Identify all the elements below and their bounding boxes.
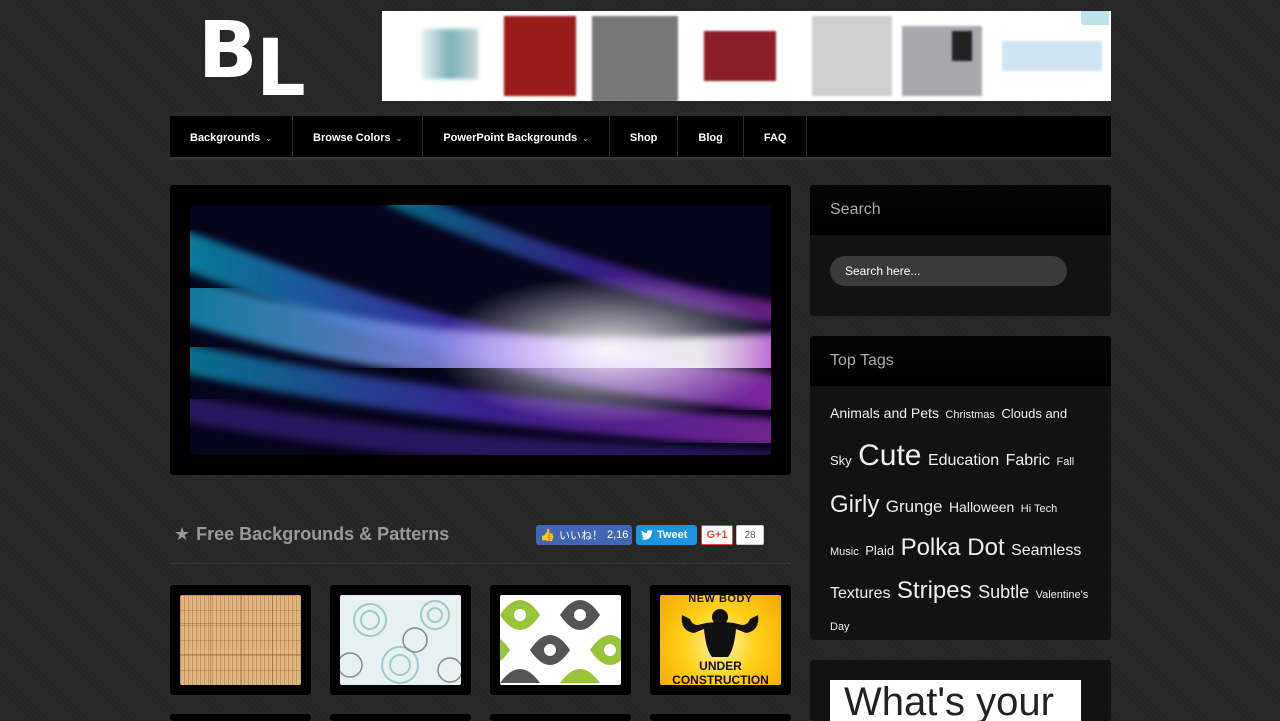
nav-label: Blog <box>698 132 723 144</box>
facebook-like-count: 2,16 <box>606 529 629 541</box>
tag-link[interactable]: Grunge <box>886 497 943 516</box>
nav-item-powerpoint-backgrounds[interactable]: PowerPoint Backgrounds ⌄ <box>423 116 610 160</box>
thumbnail-card[interactable]: NEW BODY UNDER CONSTRUCTION <box>650 585 791 695</box>
main-nav: Backgrounds ⌄ Browse Colors ⌄ PowerPoint… <box>170 116 1111 160</box>
gplus-count: 28 <box>736 525 764 545</box>
nav-item-faq[interactable]: FAQ <box>744 116 808 160</box>
tag-link[interactable]: Polka Dot <box>901 534 1005 561</box>
thumbnail-card[interactable] <box>490 585 631 695</box>
site-logo[interactable]: B L <box>198 6 322 108</box>
nav-label: Browse Colors <box>313 132 391 144</box>
thumbnail-card[interactable] <box>330 585 471 695</box>
drops-pattern <box>500 600 621 683</box>
nav-item-browse-colors[interactable]: Browse Colors ⌄ <box>293 116 424 160</box>
section-title-text: Free Backgrounds & Patterns <box>196 524 450 544</box>
tag-link[interactable]: Textures <box>830 585 890 602</box>
top-tags-title: Top Tags <box>810 336 1111 386</box>
thumbnail-wood-weave <box>180 595 301 685</box>
tag-link[interactable]: Music <box>830 546 859 558</box>
nav-label: Backgrounds <box>190 132 261 144</box>
ad-choices-icon[interactable] <box>1081 11 1109 25</box>
nav-label: PowerPoint Backgrounds <box>443 132 578 144</box>
tag-cloud: Animals and Pets Christmas Clouds and Sk… <box>810 386 1111 640</box>
chevron-down-icon: ⌄ <box>582 133 589 143</box>
tweet-button[interactable]: Tweet <box>636 525 697 545</box>
thumbnail-under-construction: NEW BODY UNDER CONSTRUCTION <box>660 595 781 685</box>
nav-item-shop[interactable]: Shop <box>610 116 679 160</box>
thumbnail-text-bottom-2: CONSTRUCTION <box>672 673 769 685</box>
star-icon: ★ <box>174 524 191 544</box>
facebook-like-button[interactable]: 👍 いいね！ 2,16 <box>536 525 632 545</box>
tag-link[interactable]: Cute <box>858 439 921 472</box>
floral-pattern <box>340 600 461 684</box>
thumbnail-card-row2[interactable] <box>650 714 791 721</box>
tag-link[interactable]: Stripes <box>897 577 972 604</box>
thumbnail-card-row2[interactable] <box>170 714 311 721</box>
ad-banner[interactable] <box>382 11 1111 101</box>
thumbnail-card[interactable] <box>170 585 311 695</box>
hero-image-art <box>190 205 771 455</box>
tag-link[interactable]: Halloween <box>949 499 1014 515</box>
thumbnail-floral-blue <box>340 595 461 685</box>
thumbnail-card-row2[interactable] <box>330 714 471 721</box>
nav-item-backgrounds[interactable]: Backgrounds ⌄ <box>170 116 293 160</box>
tweet-label: Tweet <box>657 529 688 541</box>
chevron-down-icon: ⌄ <box>265 133 272 143</box>
logo-letter-l: L <box>256 24 306 114</box>
nav-item-blog[interactable]: Blog <box>678 116 744 160</box>
promo-text: What's your <box>844 680 1054 721</box>
top-tags-widget: Top Tags Animals and Pets Christmas Clou… <box>810 336 1111 640</box>
tag-link[interactable]: Subtle <box>978 582 1029 602</box>
tag-link[interactable]: Animals and Pets <box>830 405 939 421</box>
tag-link[interactable]: Education <box>928 452 999 469</box>
tag-link[interactable]: Fabric <box>1006 452 1050 469</box>
nav-label: Shop <box>629 132 658 144</box>
chevron-down-icon: ⌄ <box>395 133 403 143</box>
thumbnail-green-drops <box>500 595 621 685</box>
gplus-label: G+1 <box>706 529 728 541</box>
facebook-like-label: いいね！ <box>558 530 603 542</box>
section-title: ★ Free Backgrounds & Patterns <box>174 524 449 545</box>
tag-link[interactable]: Hi Tech <box>1021 503 1057 515</box>
gplus-button[interactable]: G+1 <box>701 525 733 545</box>
tag-link[interactable]: Plaid <box>865 543 894 558</box>
logo-letter-b: B <box>198 6 257 96</box>
search-widget: Search <box>810 185 1111 316</box>
nav-label: FAQ <box>763 132 787 144</box>
tag-link[interactable]: Seamless <box>1011 542 1081 559</box>
twitter-bird-icon <box>641 530 653 540</box>
hero-slider <box>170 185 791 475</box>
thumbnail-text-bottom: UNDER <box>699 659 742 673</box>
section-divider <box>170 563 791 564</box>
search-widget-title: Search <box>810 185 1111 235</box>
hero-image[interactable] <box>190 205 771 455</box>
tag-link[interactable]: Fall <box>1056 456 1074 468</box>
tag-link[interactable]: Girly <box>830 491 879 518</box>
promo-image[interactable]: What's your <box>830 680 1081 721</box>
thumbnail-card-row2[interactable] <box>490 714 631 721</box>
gplus-count-text: 28 <box>744 529 756 541</box>
thumbs-up-icon: 👍 <box>540 528 555 542</box>
search-input[interactable] <box>830 256 1067 286</box>
tag-link[interactable]: Christmas <box>945 409 995 421</box>
